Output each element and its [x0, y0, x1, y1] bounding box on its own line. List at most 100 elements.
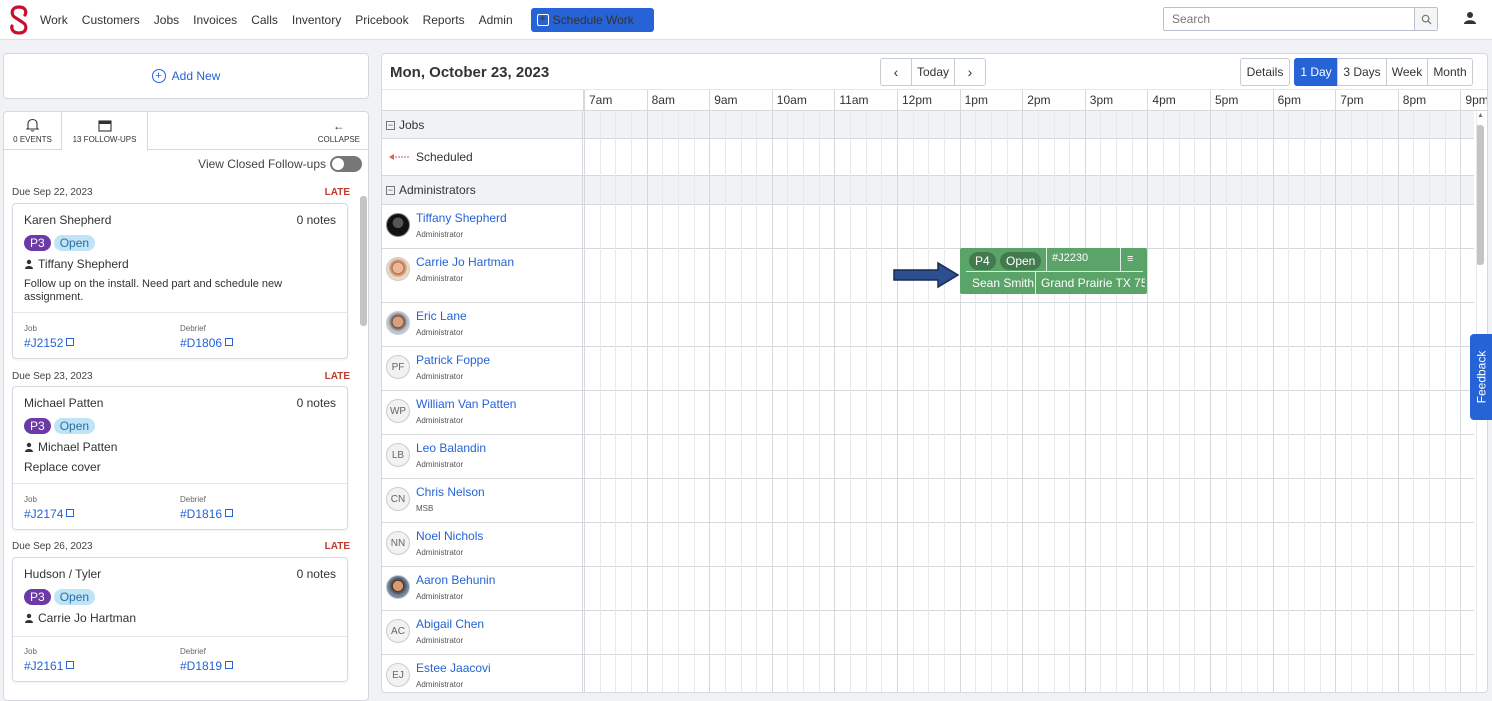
nav-calls[interactable]: Calls: [251, 13, 278, 27]
view-month-button[interactable]: Month: [1427, 58, 1473, 86]
notes-count[interactable]: 0 notes: [297, 213, 336, 227]
view-closed-toggle[interactable]: [330, 156, 362, 172]
followup-card[interactable]: Michael Patten 0 notes P3 Open Michael P…: [12, 386, 348, 530]
assignee: Carrie Jo Hartman: [24, 611, 136, 625]
tab-followups[interactable]: 13 FOLLOW-UPS: [62, 112, 148, 151]
grid-line: [803, 111, 805, 692]
add-new-label: Add New: [171, 69, 221, 83]
grid-line: [1116, 111, 1118, 692]
view-switcher: Details 1 Day 3 Days Week Month: [1240, 58, 1473, 86]
hour-divider: [1210, 90, 1211, 112]
divider: [13, 312, 347, 313]
followup-card[interactable]: Hudson / Tyler 0 notes P3 Open Carrie Jo…: [12, 557, 348, 682]
hour-label: 9am: [714, 93, 738, 107]
user-icon[interactable]: [1463, 11, 1477, 28]
nav-work[interactable]: Work: [40, 13, 68, 27]
job-number: #J2174: [24, 507, 64, 521]
event-menu-icon[interactable]: ≡: [1127, 253, 1133, 265]
tab-events-label: 0 EVENTS: [13, 135, 52, 144]
debrief-link[interactable]: #D1806: [180, 336, 234, 350]
sidebar-scroll-thumb[interactable]: [360, 196, 367, 326]
hour-divider: [897, 90, 898, 112]
grid-line: [1037, 111, 1039, 692]
nav-admin[interactable]: Admin: [479, 13, 513, 27]
debrief-link[interactable]: #D1819: [180, 659, 234, 673]
nav-reports[interactable]: Reports: [423, 13, 465, 27]
scroll-up-icon[interactable]: ▲: [1477, 112, 1484, 119]
hour-label: 6pm: [1277, 93, 1301, 107]
search-input[interactable]: [1164, 8, 1414, 30]
grid-line: [912, 111, 914, 692]
nav-inventory[interactable]: Inventory: [292, 13, 341, 27]
view-details-button[interactable]: Details: [1240, 58, 1290, 86]
hour-divider: [771, 90, 773, 112]
event-divider: [1046, 248, 1047, 272]
app-logo[interactable]: [2, 0, 36, 40]
hour-label: 8am: [651, 93, 675, 107]
view-1day-button[interactable]: 1 Day: [1294, 58, 1338, 86]
person-icon: [25, 259, 33, 269]
nav-customers[interactable]: Customers: [82, 13, 140, 27]
assignee: Tiffany Shepherd: [24, 257, 129, 271]
grid-line: [850, 111, 852, 692]
event-divider: [966, 271, 1143, 272]
grid-line: [1100, 111, 1102, 692]
notes-count[interactable]: 0 notes: [297, 396, 336, 410]
grid-line: [1335, 111, 1337, 692]
grid-line: [1006, 111, 1008, 692]
event-job-number[interactable]: #J2230: [1052, 252, 1088, 264]
resource-column-divider: [382, 111, 583, 692]
nav-jobs[interactable]: Jobs: [154, 13, 179, 27]
grid-line: [1194, 111, 1196, 692]
hour-label: 3pm: [1089, 93, 1114, 107]
grid-line: [1225, 111, 1227, 692]
hour-label: 7pm: [1340, 93, 1364, 107]
status-badge: Open: [53, 235, 96, 251]
job-link[interactable]: #J2174: [24, 507, 75, 521]
today-button[interactable]: Today: [911, 59, 955, 85]
add-new-button[interactable]: + Add New: [3, 53, 369, 99]
collapse-button[interactable]: ← COLLAPSE: [318, 120, 360, 144]
followup-card[interactable]: Karen Shepherd 0 notes P3 Open Tiffany S…: [12, 203, 348, 359]
view-3days-button[interactable]: 3 Days: [1337, 58, 1387, 86]
job-link[interactable]: #J2152: [24, 336, 75, 350]
grid-line: [756, 111, 758, 692]
hour-divider: [1147, 90, 1149, 112]
due-date: Due Sep 23, 2023: [12, 371, 93, 382]
feedback-button[interactable]: Feedback: [1470, 334, 1492, 420]
chevron-left-icon: ‹: [893, 64, 899, 80]
followups-panel: 0 EVENTS 13 FOLLOW-UPS ← COLLAPSE View C…: [3, 111, 369, 701]
grid-line: [662, 111, 664, 692]
search-button[interactable]: [1414, 8, 1437, 30]
late-badge: LATE: [324, 541, 350, 552]
due-date-header: Due Sep 23, 2023 LATE: [12, 371, 350, 382]
hour-divider: [1272, 90, 1274, 112]
hour-label: 8pm: [1402, 93, 1427, 107]
grid-line: [1178, 111, 1180, 692]
next-day-button[interactable]: ›: [955, 59, 985, 85]
grid-line: [599, 111, 601, 692]
sidebar-tabs: 0 EVENTS 13 FOLLOW-UPS ← COLLAPSE: [4, 112, 368, 151]
job-event[interactable]: P4 Open #J2230 ≡ Sean Smith Grand Prairi…: [960, 248, 1147, 294]
due-date-header: Due Sep 22, 2023 LATE: [12, 187, 350, 198]
calendar-scroll-thumb[interactable]: [1476, 125, 1484, 265]
job-link[interactable]: #J2161: [24, 659, 75, 673]
nav-invoices[interactable]: Invoices: [193, 13, 237, 27]
chevron-right-icon: ›: [967, 64, 973, 80]
hour-label: 2pm: [1027, 93, 1051, 107]
grid-line: [928, 111, 930, 692]
debrief-link[interactable]: #D1816: [180, 507, 234, 521]
person-icon: [25, 613, 33, 623]
sidebar-scrollbar[interactable]: [359, 188, 368, 698]
date-nav: ‹ Today ›: [880, 58, 986, 86]
view-closed-label: View Closed Follow-ups: [198, 157, 326, 171]
prev-day-button[interactable]: ‹: [881, 59, 911, 85]
tab-events[interactable]: 0 EVENTS: [4, 112, 62, 150]
grid-line: [724, 111, 726, 692]
grid-line: [975, 111, 977, 692]
view-week-button[interactable]: Week: [1386, 58, 1428, 86]
schedule-work-button[interactable]: + Schedule Work: [530, 7, 654, 32]
job-label: Job: [24, 647, 37, 656]
notes-count[interactable]: 0 notes: [297, 567, 336, 581]
nav-pricebook[interactable]: Pricebook: [355, 13, 408, 27]
